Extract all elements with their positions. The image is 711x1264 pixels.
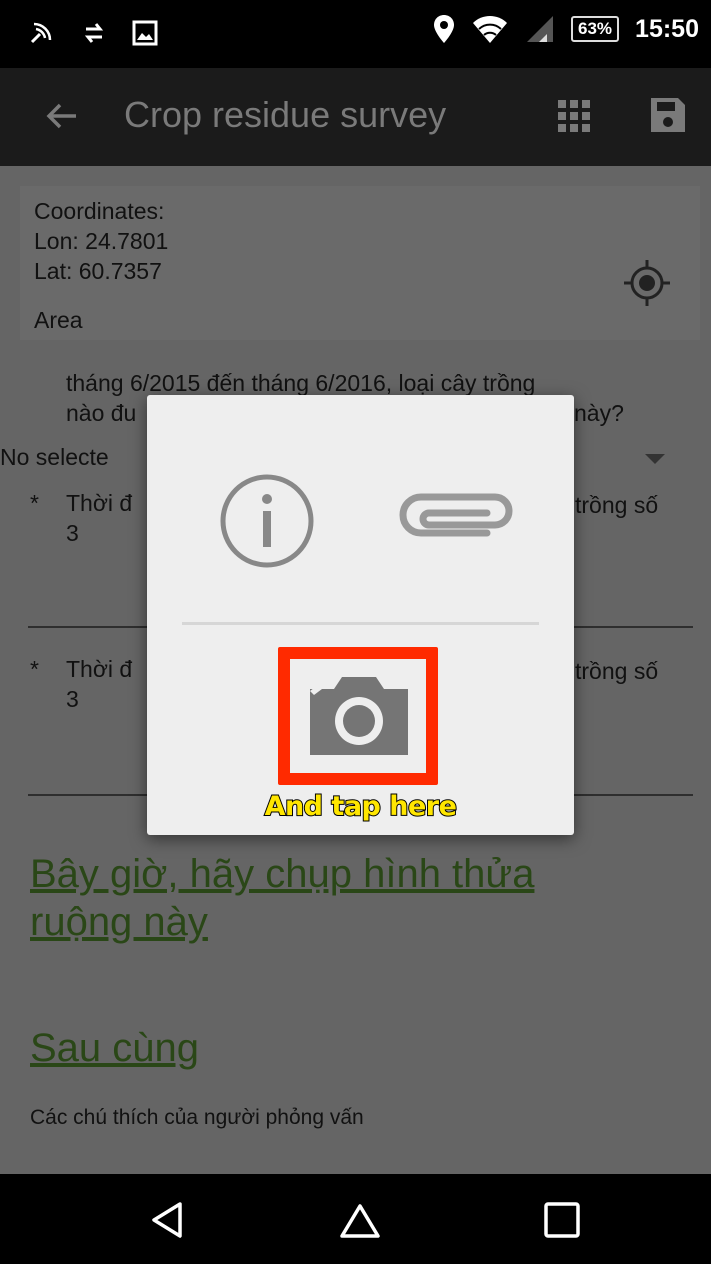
- nfc-icon: [30, 22, 52, 44]
- attach-icon[interactable]: [391, 485, 521, 545]
- coordinates-heading: Coordinates:: [34, 198, 165, 224]
- clock: 15:50: [635, 14, 699, 43]
- app-toolbar: Crop residue survey: [0, 68, 711, 166]
- area-label: Area: [34, 307, 83, 333]
- question-line-2-start: nào đu: [66, 400, 137, 426]
- tap-hint-callout: And tap here: [264, 790, 458, 823]
- page-title: Crop residue survey: [124, 94, 447, 135]
- info-icon[interactable]: [217, 471, 317, 571]
- location-icon: [434, 15, 455, 43]
- chevron-down-icon: [645, 454, 665, 464]
- required-star: *: [30, 490, 39, 516]
- final-section-link[interactable]: Sau cùng: [30, 1024, 199, 1072]
- status-bar: 63% 15:50: [0, 0, 711, 68]
- system-navigation-bar: [0, 1174, 711, 1264]
- nav-recents-icon[interactable]: [540, 1198, 584, 1242]
- required-star: *: [30, 656, 39, 682]
- gps-target-icon[interactable]: [620, 256, 674, 310]
- battery-indicator: 63%: [571, 16, 620, 42]
- field-label-end: trồng số: [575, 658, 659, 684]
- coordinates-card: Coordinates: Lon: 24.7801 Lat: 60.7357 A…: [20, 186, 700, 340]
- save-icon[interactable]: [648, 95, 688, 135]
- camera-icon: [310, 677, 408, 755]
- interviewer-notes-label: Các chú thích của người phỏng vấn: [30, 1106, 364, 1129]
- back-arrow-icon[interactable]: [40, 94, 84, 138]
- camera-button[interactable]: [278, 647, 438, 785]
- nav-home-icon[interactable]: [338, 1198, 382, 1242]
- field-label-end: trồng số: [575, 492, 659, 518]
- signal-icon: [527, 16, 554, 42]
- wifi-icon: [473, 15, 508, 43]
- longitude-value: Lon: 24.7801: [34, 228, 169, 254]
- latitude-value: Lat: 60.7357: [34, 258, 162, 284]
- nav-back-icon[interactable]: [146, 1198, 190, 1242]
- image-icon: [132, 20, 158, 46]
- attachment-dialog: And tap here: [147, 395, 574, 835]
- question-line-1: tháng 6/2015 đến tháng 6/2016, loại cây …: [66, 370, 536, 396]
- dialog-divider: [182, 622, 539, 625]
- grid-icon[interactable]: [556, 98, 592, 134]
- question-line-2-end: này?: [574, 400, 624, 426]
- sync-icon: [84, 23, 104, 43]
- photo-section-link[interactable]: Bây giờ, hãy chụp hình thửa ruộng này: [30, 850, 630, 946]
- select-value: No selecte: [0, 444, 109, 470]
